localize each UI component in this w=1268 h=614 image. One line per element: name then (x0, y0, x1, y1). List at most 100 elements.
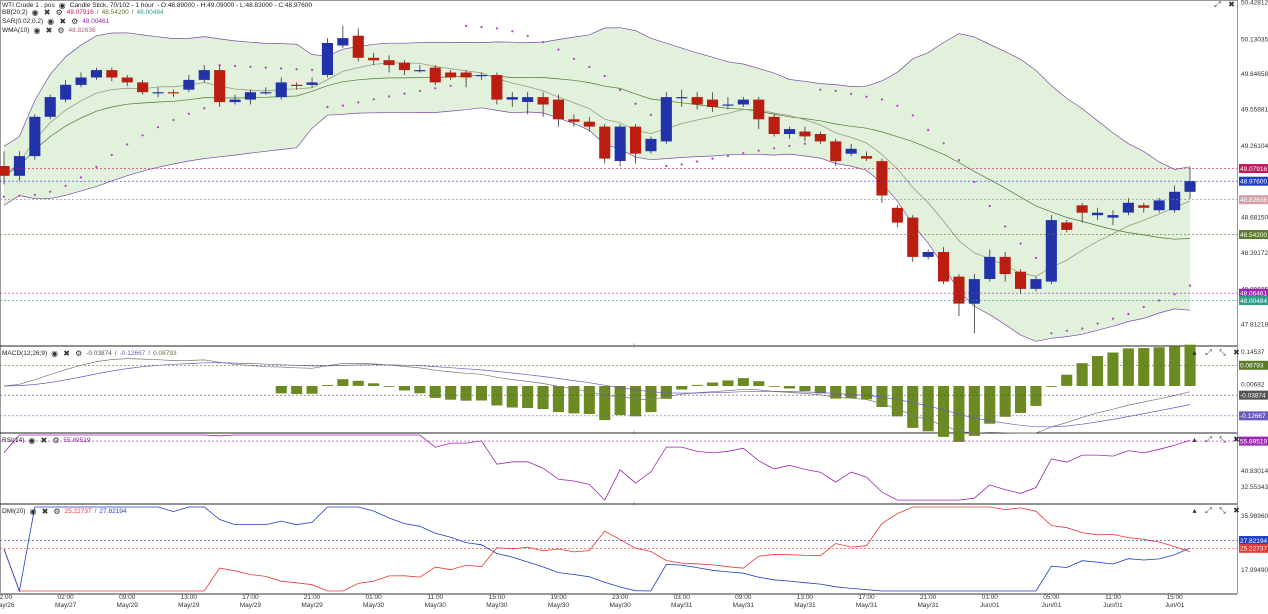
gear-icon[interactable]: ⚙ (56, 26, 65, 35)
macd-histogram-bar (1138, 348, 1150, 386)
sar-dot (233, 64, 237, 68)
indicator-macd: MACD(12;26;9) ◉ ✖ ⚙ -0.03874/-0.12667/0.… (2, 348, 177, 358)
x-tick-label: May/29 (301, 602, 323, 609)
x-tick-label: 19:00 (550, 594, 567, 601)
candle-body (337, 38, 349, 46)
sar-dot (557, 48, 560, 51)
macd-histogram-bar (907, 386, 919, 428)
gear-icon[interactable]: ⚙ (51, 436, 60, 445)
candle-body (1107, 215, 1119, 218)
candle-body (106, 70, 118, 78)
sar-dot (311, 68, 314, 71)
sar-dot (927, 129, 930, 132)
close-icon[interactable]: ✖ (1232, 348, 1241, 358)
candle-body (121, 77, 133, 83)
close-icon[interactable]: ✖ (62, 349, 71, 358)
chevron-down-icon[interactable]: ▴ (1190, 506, 1199, 516)
candle-body (75, 77, 87, 85)
y-tag-label: -0.12667 (1240, 413, 1266, 420)
candle-body (275, 82, 287, 98)
indicator-name: RSI(14) (2, 436, 25, 444)
candle-body (183, 79, 195, 90)
eye-icon[interactable]: ◉ (50, 349, 59, 358)
maximize-icon[interactable]: ⤡ (1218, 435, 1227, 445)
candle-body (137, 82, 149, 93)
x-tick-label: Jun/01 (1042, 602, 1062, 609)
expand-icon[interactable]: ⤢ (1213, 0, 1222, 10)
gear-icon[interactable]: ⚙ (52, 507, 61, 516)
chevron-down-icon[interactable]: ▴ (1190, 435, 1199, 445)
gear-icon[interactable]: ⚙ (74, 349, 83, 358)
sar-dot (280, 67, 283, 70)
macd-histogram-bar (291, 386, 303, 394)
macd-histogram-bar (1030, 386, 1042, 406)
x-tick-label: 13:00 (797, 594, 814, 601)
indicator-value: 48.54200 (101, 8, 129, 16)
eye-icon[interactable]: ◉ (27, 436, 36, 445)
expand-icon[interactable]: ⤢ (1204, 348, 1213, 358)
macd-histogram-bar (337, 379, 349, 386)
sar-dot (187, 112, 190, 115)
close-icon[interactable]: ✖ (1232, 506, 1241, 516)
macd-histogram-bar (722, 380, 734, 386)
candle-body (552, 99, 564, 120)
maximize-icon[interactable]: ⤡ (1218, 506, 1227, 516)
macd-histogram-bar (522, 386, 534, 408)
sar-dot (1034, 256, 1038, 259)
candle-body (583, 121, 595, 127)
sar-dot (880, 98, 884, 101)
candle-body (968, 279, 980, 304)
chevron-down-icon[interactable]: ▴ (1190, 348, 1199, 358)
close-icon[interactable]: ✖ (40, 507, 49, 516)
candle-body (630, 126, 642, 154)
macd-histogram-bar (707, 382, 719, 386)
expand-icon[interactable]: ⤢ (1204, 506, 1213, 516)
indicator-dmi: DMI(20) ◉ ✖ ⚙ 25.22737/27.82194 (2, 506, 127, 516)
macd-histogram-bar (383, 386, 395, 387)
x-tick-label: May/30 (425, 602, 447, 609)
candle-body (214, 70, 226, 103)
sar-dot (1158, 299, 1161, 302)
macd-line (3, 358, 1191, 434)
sar-dot (480, 25, 483, 29)
close-icon[interactable]: ✖ (1227, 0, 1236, 10)
eye-icon[interactable]: ◉ (32, 26, 41, 35)
x-tick-label: May/31 (917, 602, 939, 609)
x-tick-label: 13:00 (181, 594, 198, 601)
candle-body (1045, 220, 1057, 282)
maximize-icon[interactable]: ⤡ (1218, 348, 1227, 358)
macd-histogram-bar (599, 386, 611, 421)
candle-body (1184, 181, 1196, 192)
y-tag-label: 48.82636 (1240, 197, 1267, 204)
chart-svg[interactable]: 50.42812 50.13035 49.84658 49.55881 49.26104… (0, 0, 1268, 614)
close-icon[interactable]: ✖ (1232, 435, 1241, 445)
macd-histogram-bar (1122, 348, 1134, 386)
candle-body (722, 104, 734, 106)
x-tick-label: 15:00 (1166, 594, 1183, 601)
close-icon[interactable]: ✖ (44, 26, 53, 35)
sar-dot (341, 104, 344, 107)
sar-dot (156, 126, 160, 129)
y-tag-label: -0.03874 (1240, 392, 1266, 399)
y-tag-label: 55.89519 (1240, 438, 1267, 445)
macd-histogram-bar (861, 386, 873, 400)
sar-dot (388, 95, 391, 98)
candle-body (784, 129, 796, 134)
sar-dot (572, 57, 576, 60)
candle-body (599, 126, 611, 159)
eye-icon[interactable]: ◉ (28, 507, 37, 516)
expand-icon[interactable]: ⤢ (1204, 435, 1213, 445)
y-tick-label: 0.00682 (1241, 381, 1265, 388)
dmi-minus-line (3, 506, 1191, 592)
candle-body (645, 138, 657, 152)
candle-body (845, 148, 857, 154)
candle-body (707, 99, 719, 107)
sar-dot (942, 142, 945, 145)
candle-body (922, 252, 934, 257)
close-icon[interactable]: ✖ (39, 436, 48, 445)
sar-dot (1081, 327, 1084, 330)
candle-body (383, 60, 395, 66)
sar-dot (665, 164, 668, 168)
y-tick-label: 47.81218 (1241, 321, 1268, 328)
x-tick-label: 03:00 (674, 594, 691, 601)
